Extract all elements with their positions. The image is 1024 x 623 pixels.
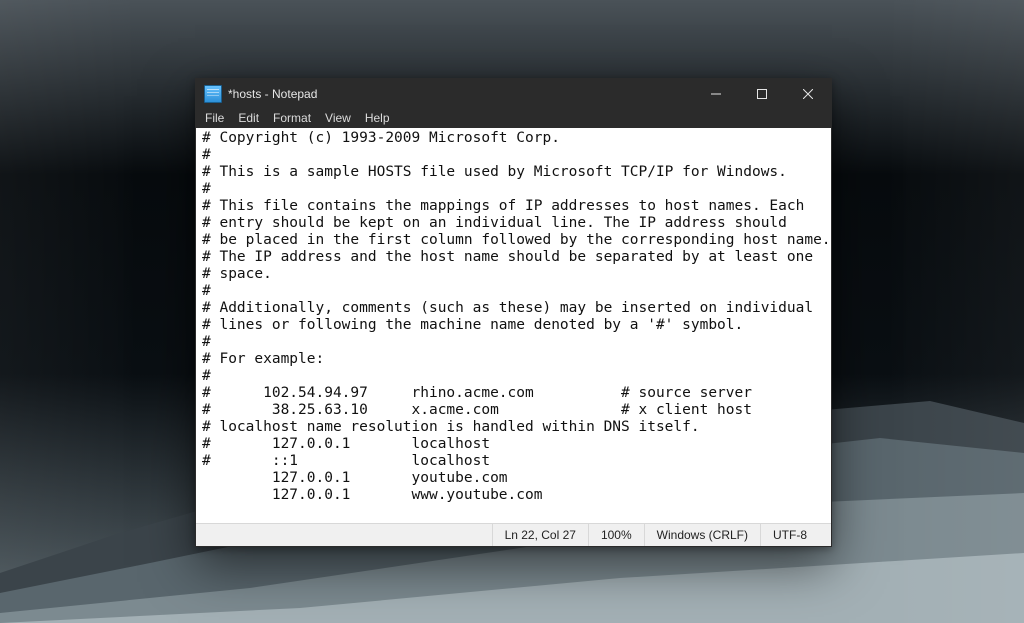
status-zoom: 100% (589, 524, 645, 546)
status-position: Ln 22, Col 27 (493, 524, 589, 546)
menu-help[interactable]: Help (358, 109, 397, 128)
menu-edit[interactable]: Edit (231, 109, 266, 128)
statusbar: Ln 22, Col 27 100% Windows (CRLF) UTF-8 (196, 523, 831, 546)
titlebar[interactable]: *hosts - Notepad (196, 79, 831, 109)
window-title: *hosts - Notepad (228, 87, 317, 101)
minimize-button[interactable] (693, 79, 739, 109)
status-encoding: UTF-8 (761, 524, 831, 546)
notepad-icon (204, 85, 222, 103)
text-editor[interactable]: # Copyright (c) 1993-2009 Microsoft Corp… (196, 128, 831, 523)
desktop-background: *hosts - Notepad File Edit Format View H… (0, 0, 1024, 623)
maximize-button[interactable] (739, 79, 785, 109)
menu-file[interactable]: File (198, 109, 231, 128)
status-line-ending: Windows (CRLF) (645, 524, 761, 546)
menubar: File Edit Format View Help (196, 109, 831, 128)
close-button[interactable] (785, 79, 831, 109)
notepad-window[interactable]: *hosts - Notepad File Edit Format View H… (195, 78, 832, 547)
menu-view[interactable]: View (318, 109, 358, 128)
menu-format[interactable]: Format (266, 109, 318, 128)
text-content[interactable]: # Copyright (c) 1993-2009 Microsoft Corp… (196, 128, 831, 506)
